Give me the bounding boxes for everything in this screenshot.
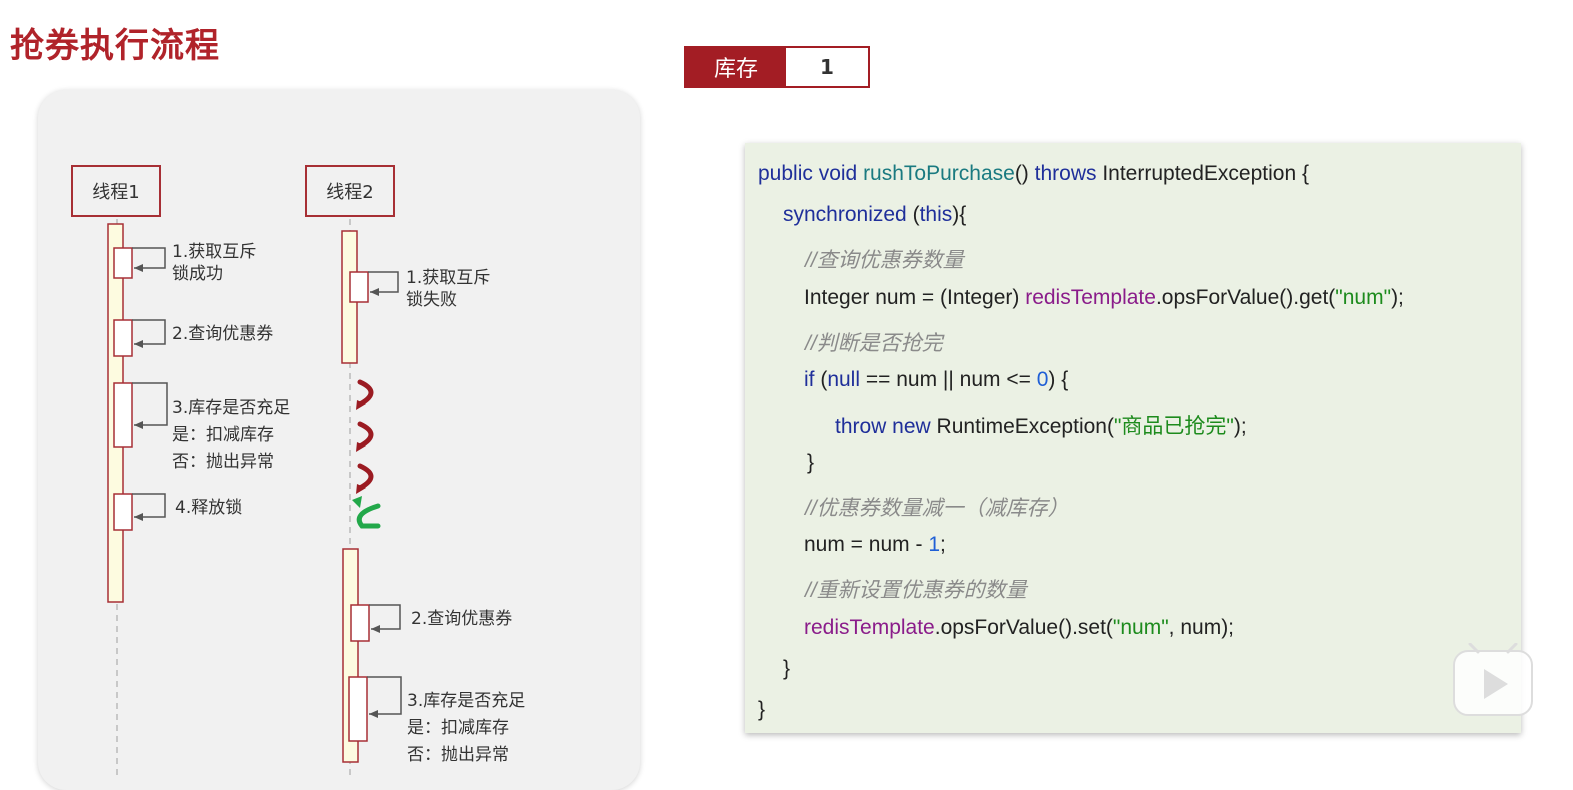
thread2-step3-arrowhead: [369, 710, 378, 718]
thread2-header: 线程2: [305, 165, 395, 217]
thread2-step1-arrowhead: [370, 288, 379, 296]
code-line-9: //优惠券数量减一（减库存）: [805, 497, 1069, 520]
code-line-6: if (null == num || num <= 0) {: [804, 368, 1069, 391]
wait-arrow-3: [357, 463, 374, 491]
code-line-1: public void rushToPurchase() throws Inte…: [758, 162, 1309, 185]
code-line-8: }: [807, 451, 815, 474]
thread2-step1-box: [349, 271, 369, 303]
code-block: public void rushToPurchase() throws Inte…: [745, 143, 1521, 733]
thread1-step2-label: 2.查询优惠券: [172, 324, 274, 344]
code-line-3: //查询优惠券数量: [805, 249, 964, 272]
code-line-2: synchronized (this){: [783, 203, 967, 226]
code-line-14: }: [758, 698, 766, 721]
code-line-5: //判断是否抢完: [805, 332, 943, 355]
thread2-step1-label: 1.获取互斥 锁失败: [406, 268, 491, 310]
thread1-step2-box: [113, 319, 133, 357]
thread1-step1-box: [113, 247, 133, 279]
wait-retry-arrows: [352, 379, 381, 529]
code-line-11: //重新设置优惠券的数量: [805, 579, 1027, 602]
thread1-step3-arrowhead: [134, 421, 143, 429]
thread1-step4-arrow: [132, 493, 166, 518]
thread2-step3-arrow: [367, 676, 402, 715]
thread2-step1-arrow: [368, 271, 399, 293]
thread1-step4-label: 4.释放锁: [175, 498, 243, 518]
code-line-10: num = num - 1;: [804, 533, 946, 556]
thread1-step2-arrowhead: [134, 340, 143, 348]
thread1-step3-label: 3.库存是否充足 是：扣减库存 否：抛出异常: [172, 398, 291, 472]
thread1-step3-arrow: [132, 382, 168, 426]
thread1-step3-box: [113, 382, 133, 448]
code-line-13: }: [783, 657, 791, 680]
thread1-step4-box: [113, 493, 133, 531]
code-line-4: Integer num = (Integer) redisTemplate.op…: [804, 286, 1404, 309]
thread2-step3-box: [348, 676, 368, 742]
thread1-step1-label: 1.获取互斥 锁成功: [172, 242, 257, 284]
retry-arrow-success: [356, 503, 381, 529]
thread1-step1-arrowhead: [134, 264, 143, 272]
wait-arrow-1: [357, 379, 374, 407]
thread1-step2-arrow: [132, 319, 166, 345]
code-line-7: throw new RuntimeException("商品已抢完");: [835, 415, 1247, 438]
thread2-step2-arrowhead: [371, 625, 380, 633]
thread2-step2-arrow: [369, 604, 401, 630]
thread1-step4-arrowhead: [134, 513, 143, 521]
thread1-step1-arrow: [132, 247, 166, 269]
thread2-step3-label: 3.库存是否充足 是：扣减库存 否：抛出异常: [407, 691, 526, 765]
wait-arrow-2: [357, 421, 374, 449]
thread1-header: 线程1: [71, 165, 161, 217]
code-line-12: redisTemplate.opsForValue().set("num", n…: [804, 616, 1235, 639]
play-icon[interactable]: [1452, 643, 1534, 717]
thread2-step2-label: 2.查询优惠券: [411, 609, 513, 629]
thread2-step2-box: [350, 604, 370, 642]
